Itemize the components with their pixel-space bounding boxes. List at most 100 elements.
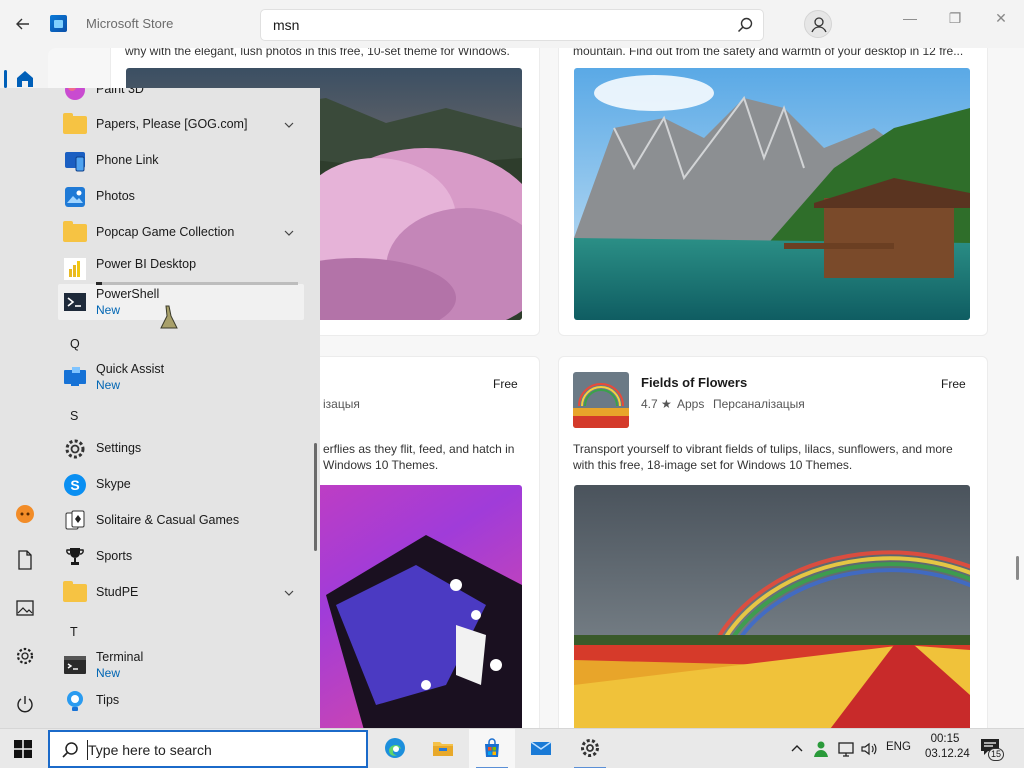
all-apps-list: Paint 3D Papers, Please [GOG.com] Phone … xyxy=(48,88,314,728)
rating-label: 4.7 ★ xyxy=(641,397,672,411)
taskbar-mail[interactable] xyxy=(518,729,564,768)
settings-rail-button[interactable] xyxy=(14,645,36,667)
app-tips[interactable]: Tips xyxy=(58,683,304,719)
store-logo-icon xyxy=(50,15,67,32)
store-search-box[interactable]: msn xyxy=(260,9,764,41)
store-search-input[interactable]: msn xyxy=(273,17,299,33)
search-icon[interactable] xyxy=(735,15,755,35)
letter-header-q[interactable]: Q xyxy=(70,337,80,351)
card-description-line: with this free, 18-image set for Windows… xyxy=(573,458,853,472)
card-description-line: Windows 10 Themes. xyxy=(323,458,439,472)
store-title-bar: Microsoft Store msn — ❐ ✕ xyxy=(0,0,1024,48)
clock-date: 03.12.24 xyxy=(925,748,970,760)
app-quick-assist[interactable]: Quick Assist New xyxy=(58,359,304,395)
card-description-line: erflies as they flit, feed, and hatch in xyxy=(323,442,515,456)
volume-icon[interactable] xyxy=(860,740,878,758)
app-label: Solitaire & Casual Games xyxy=(96,513,240,527)
category-label: ізацыя xyxy=(323,397,360,411)
skype-icon: S xyxy=(64,474,86,496)
new-badge: New xyxy=(96,303,121,317)
app-phone-link[interactable]: Phone Link xyxy=(58,143,304,179)
app-label: Phone Link xyxy=(96,153,159,167)
picture-icon xyxy=(16,600,34,616)
photos-icon xyxy=(65,187,85,207)
chevron-down-icon[interactable] xyxy=(284,120,294,130)
language-indicator[interactable]: ENG xyxy=(886,741,911,768)
taskbar-search-input[interactable]: Type here to search xyxy=(88,742,212,758)
taskbar-search-box[interactable]: Type here to search xyxy=(48,730,368,768)
app-skype[interactable]: S Skype xyxy=(58,467,304,503)
chevron-up-icon[interactable] xyxy=(790,742,804,756)
app-studpe[interactable]: StudPE xyxy=(58,575,304,611)
chevron-down-icon[interactable] xyxy=(284,228,294,238)
app-thumbnail xyxy=(573,372,629,428)
app-label: PowerShell xyxy=(96,287,160,301)
app-terminal[interactable]: Terminal New xyxy=(58,647,304,683)
app-label: Photos xyxy=(96,189,135,203)
app-sports[interactable]: Sports xyxy=(58,539,304,575)
taskbar-microsoft-store[interactable] xyxy=(469,729,515,768)
start-menu: Paint 3D Papers, Please [GOG.com] Phone … xyxy=(0,88,320,728)
back-button[interactable] xyxy=(10,12,36,36)
subcategory-label: Персаналізацыя xyxy=(713,397,805,411)
letter-header-s[interactable]: S xyxy=(70,409,78,423)
app-paint-3d[interactable]: Paint 3D xyxy=(58,88,304,108)
cursor-icon xyxy=(160,305,178,329)
power-button[interactable] xyxy=(14,693,36,715)
taskbar-settings[interactable] xyxy=(567,729,613,768)
taskbar-edge[interactable] xyxy=(372,729,418,768)
taskbar-file-explorer[interactable] xyxy=(420,729,466,768)
close-button[interactable]: ✕ xyxy=(986,8,1016,28)
new-badge: New xyxy=(96,378,121,392)
chevron-down-icon[interactable] xyxy=(284,588,294,598)
theme-card-fields-of-flowers[interactable]: Fields of Flowers Free 4.7 ★ Apps Персан… xyxy=(558,356,988,728)
app-label: Papers, Please [GOG.com] xyxy=(96,117,248,131)
card-description: why with the elegant, lush photos in thi… xyxy=(125,48,510,58)
network-icon[interactable] xyxy=(837,740,855,758)
minimize-button[interactable]: — xyxy=(895,8,925,28)
power-bi-icon xyxy=(64,258,86,280)
notification-center-button[interactable]: 15 xyxy=(980,738,1006,762)
people-icon[interactable] xyxy=(812,740,830,758)
app-popcap-game-collection[interactable]: Popcap Game Collection xyxy=(58,215,304,251)
card-image xyxy=(574,68,970,320)
card-description-line: Transport yourself to vibrant fields of … xyxy=(573,442,953,456)
start-menu-scrollbar-thumb[interactable] xyxy=(314,443,317,551)
edge-icon xyxy=(385,738,405,758)
folder-icon xyxy=(63,581,87,605)
letter-header-t[interactable]: T xyxy=(70,625,78,639)
gear-icon xyxy=(16,647,34,665)
app-settings[interactable]: Settings xyxy=(58,431,304,467)
clock-time: 00:15 xyxy=(930,733,960,745)
gear-icon xyxy=(65,439,85,459)
window-title: Microsoft Store xyxy=(86,16,174,31)
windows-start-icon[interactable] xyxy=(14,740,32,758)
documents-button[interactable] xyxy=(14,549,36,571)
quick-assist-icon xyxy=(64,367,86,386)
app-photos[interactable]: Photos xyxy=(58,179,304,215)
user-avatar[interactable] xyxy=(14,502,36,524)
app-papers-please[interactable]: Papers, Please [GOG.com] xyxy=(58,107,304,143)
theme-card-mountain-lake[interactable]: mountain. Find out from the safety and w… xyxy=(558,48,988,336)
app-label: Skype xyxy=(96,477,131,491)
maximize-button[interactable]: ❐ xyxy=(940,8,970,28)
app-label: Popcap Game Collection xyxy=(96,225,235,239)
folder-icon xyxy=(433,742,453,756)
store-icon xyxy=(485,738,499,757)
app-label: StudPE xyxy=(96,585,139,599)
app-label: Tips xyxy=(96,693,120,707)
category-label: Apps xyxy=(677,397,705,411)
account-button[interactable] xyxy=(804,10,832,38)
pictures-button[interactable] xyxy=(14,597,36,619)
app-title[interactable]: Fields of Flowers xyxy=(641,375,747,390)
search-icon xyxy=(62,742,78,758)
folder-icon xyxy=(63,221,87,245)
folder-icon xyxy=(63,113,87,137)
app-solitaire[interactable]: Solitaire & Casual Games xyxy=(58,503,304,539)
install-progress-bar xyxy=(96,282,298,285)
trophy-icon xyxy=(66,548,84,565)
clock[interactable]: 00:15 03.12.24 xyxy=(925,733,970,768)
app-label: Sports xyxy=(96,549,133,563)
store-scrollbar-thumb[interactable] xyxy=(1016,556,1019,580)
taskbar: Type here to search ENG 00:15 03.12.24 1… xyxy=(0,728,1024,768)
